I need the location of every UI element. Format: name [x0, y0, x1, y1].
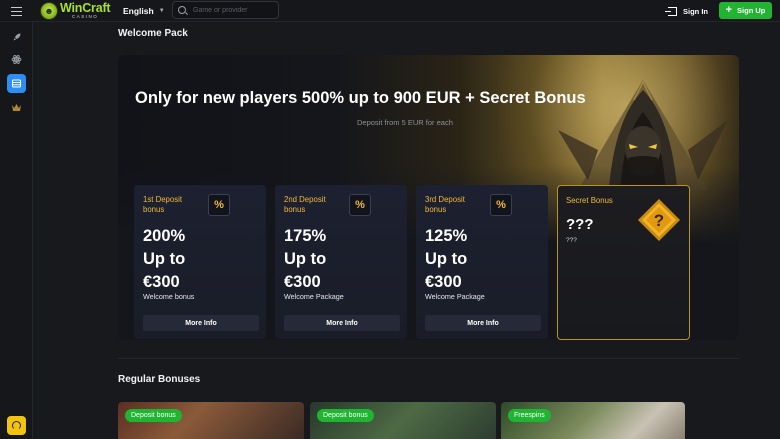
card-label: 3rd Deposit bonus: [425, 195, 465, 214]
rocket-icon[interactable]: [7, 27, 26, 46]
card-amount: €300: [143, 273, 180, 291]
sign-in-icon: [665, 6, 677, 16]
percent-badge-icon: %: [208, 194, 230, 216]
card-label: 1st Deposit bonus: [143, 195, 183, 214]
secret-bonus-label: Secret Bonus: [566, 196, 613, 205]
headset-icon: [12, 421, 21, 430]
sign-in-label: Sign In: [683, 6, 708, 16]
hero-subtitle: Deposit from 5 EUR for each: [357, 118, 453, 127]
sidebar: [0, 22, 33, 439]
top-bar: ☻ WinCraft CASINO English ▼ Sign In + Si…: [0, 0, 780, 22]
card-description: Welcome bonus: [143, 292, 195, 301]
regular-bonuses-title: Regular Bonuses: [118, 374, 201, 385]
card-label: 2nd Deposit bonus: [284, 195, 326, 214]
promo-card-3[interactable]: Freespins: [501, 402, 685, 439]
welcome-pack-title: Welcome Pack: [118, 28, 188, 39]
card-upto: Up to: [425, 250, 468, 268]
logo-main-text: WinCraft: [60, 1, 111, 15]
deposit-card-2: 2nd Deposit bonus % 175% Up to €300 Welc…: [275, 185, 407, 339]
search-icon: [178, 6, 186, 14]
logo-icon: ☻: [40, 1, 58, 20]
logo-sub-text: CASINO: [72, 13, 99, 19]
promo-tag: Deposit bonus: [125, 409, 182, 422]
sign-up-button[interactable]: + Sign Up: [719, 2, 772, 19]
card-percent: 175%: [284, 227, 327, 245]
card-description: Welcome Package: [284, 292, 344, 301]
card-amount: €300: [284, 273, 321, 291]
search-input[interactable]: [193, 6, 273, 14]
main-content: Welcome Pack Only for new players 500% u…: [33, 22, 780, 439]
hero-title: Only for new players 500% up to 900 EUR …: [135, 89, 586, 107]
card-upto: Up to: [284, 250, 327, 268]
percent-badge-icon: %: [349, 194, 371, 216]
menu-icon[interactable]: [11, 4, 22, 16]
language-selector[interactable]: English ▼: [117, 3, 171, 19]
secret-bonus-card[interactable]: Secret Bonus ??? ??? ?: [557, 185, 690, 340]
support-button[interactable]: [7, 416, 26, 435]
secret-bonus-subtitle: ???: [566, 237, 577, 244]
card-amount: €300: [425, 273, 462, 291]
promo-tag: Freespins: [508, 409, 551, 422]
chevron-down-icon: ▼: [158, 8, 165, 14]
promo-tag: Deposit bonus: [317, 409, 374, 422]
promo-card-2[interactable]: Deposit bonus: [310, 402, 496, 439]
svg-text:?: ?: [654, 211, 664, 230]
plus-icon: +: [725, 4, 733, 16]
card-description: Welcome Package: [425, 292, 485, 301]
card-percent: 125%: [425, 227, 468, 245]
language-label: English: [123, 6, 154, 16]
secret-bonus-title: ???: [566, 216, 594, 233]
search-box[interactable]: [172, 1, 279, 19]
logo[interactable]: ☻ WinCraft CASINO: [40, 1, 111, 20]
atom-icon[interactable]: [7, 50, 26, 69]
deposit-card-3: 3rd Deposit bonus % 125% Up to €300 Welc…: [416, 185, 548, 339]
deposit-card-1: 1st Deposit bonus % 200% Up to €300 Welc…: [134, 185, 266, 339]
welcome-hero-banner: Only for new players 500% up to 900 EUR …: [118, 55, 739, 340]
more-info-button[interactable]: More Info: [143, 315, 259, 331]
crown-icon[interactable]: [7, 98, 26, 117]
promo-card-1[interactable]: Deposit bonus: [118, 402, 304, 439]
card-percent: 200%: [143, 227, 186, 245]
more-info-button[interactable]: More Info: [284, 315, 400, 331]
mystery-gem-icon: ?: [638, 199, 680, 241]
promotions-icon[interactable]: [7, 74, 26, 93]
more-info-button[interactable]: More Info: [425, 315, 541, 331]
percent-badge-icon: %: [490, 194, 512, 216]
card-upto: Up to: [143, 250, 186, 268]
sign-in-button[interactable]: Sign In: [665, 4, 708, 18]
sign-up-label: Sign Up: [737, 6, 766, 15]
section-divider: [118, 358, 739, 359]
